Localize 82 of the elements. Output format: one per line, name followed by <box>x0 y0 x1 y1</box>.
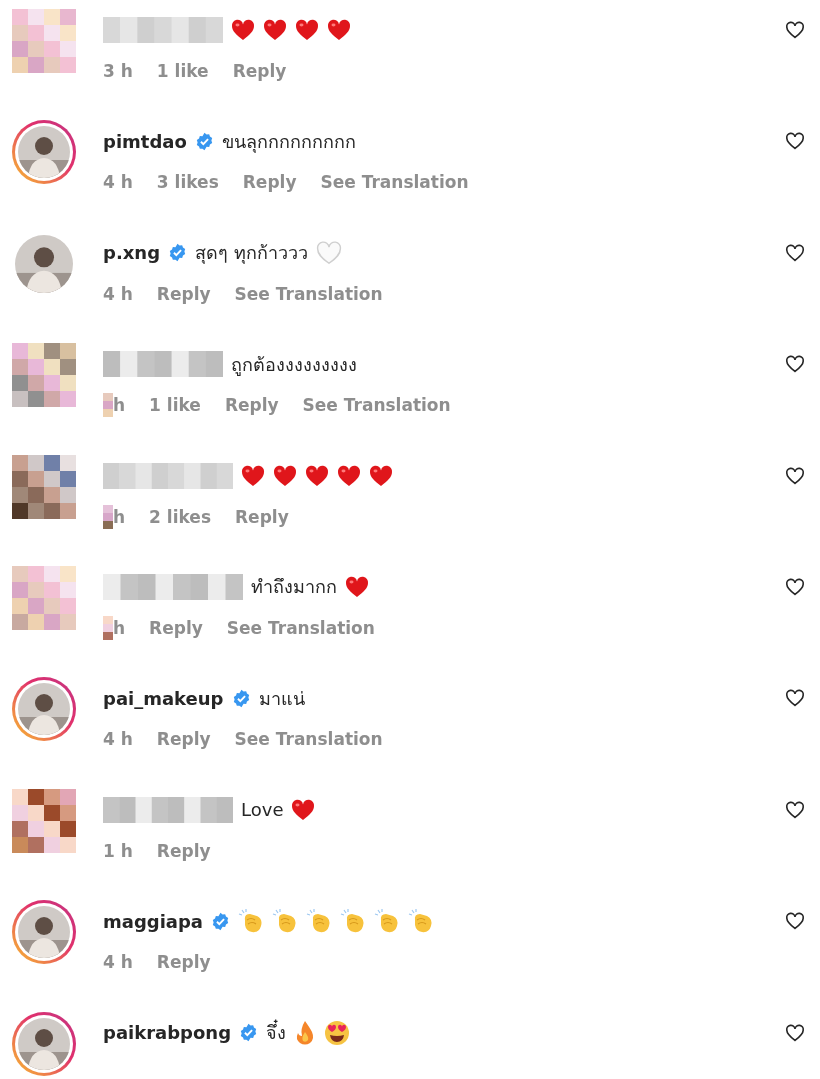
heart-emoji-icon <box>231 19 255 41</box>
heart-emoji-icon <box>327 19 351 41</box>
reply-link[interactable]: Reply <box>156 952 211 973</box>
likes-count-link[interactable]: 1 like <box>156 61 209 81</box>
like-heart-icon <box>785 21 805 39</box>
like-button[interactable] <box>785 689 805 708</box>
like-heart-icon <box>785 243 805 262</box>
username[interactable]: pimtdao <box>103 130 187 152</box>
heart-emoji-icon <box>305 464 329 487</box>
blurred-avatar <box>12 343 76 408</box>
comment-time: h <box>113 395 126 416</box>
reply-link[interactable]: Reply <box>224 395 279 416</box>
like-heart-icon <box>785 577 805 596</box>
username[interactable]: pai_makeup <box>103 687 224 709</box>
comment-text: ถูกต้องงงงงงงงง <box>231 352 357 378</box>
comment-time: 4 h <box>103 283 133 304</box>
likes-count-link[interactable]: 1 like <box>149 395 201 416</box>
reply-link[interactable]: Reply <box>232 61 287 81</box>
like-button[interactable] <box>785 800 805 819</box>
username[interactable]: paikrabpong <box>103 1022 232 1043</box>
like-button[interactable] <box>785 355 805 374</box>
comment-time: 4 h <box>103 952 133 973</box>
see-translation-link[interactable]: See Translation <box>320 172 469 193</box>
comment-text: ทำถึงมากก <box>251 575 337 600</box>
like-button[interactable] <box>785 1023 805 1042</box>
comment-time: h <box>113 506 126 527</box>
comment-time: 4 h <box>103 172 133 193</box>
like-heart-icon <box>785 800 805 819</box>
likes-count-link[interactable]: 2 likes <box>149 506 211 527</box>
heart-emoji-icon <box>315 240 342 265</box>
heart-emoji-icon <box>295 19 319 41</box>
verified-badge-icon <box>194 131 214 151</box>
comment-time: h <box>113 617 126 638</box>
verified-badge-icon <box>168 243 188 263</box>
username[interactable]: maggiapa <box>103 910 204 932</box>
verified-badge-icon <box>231 688 251 708</box>
like-button[interactable] <box>785 577 805 596</box>
reply-link[interactable]: Reply <box>235 506 289 527</box>
username[interactable]: p.xng <box>103 242 161 264</box>
comment-time: 4 h <box>103 729 133 750</box>
verified-badge-icon <box>239 1023 259 1042</box>
like-button[interactable] <box>785 466 805 485</box>
heart-emoji-icon <box>291 798 316 821</box>
like-heart-icon <box>785 689 805 708</box>
like-button[interactable] <box>785 243 805 262</box>
heart-emoji-icon <box>273 464 297 487</box>
like-heart-icon <box>785 1023 805 1042</box>
like-heart-icon <box>785 132 805 151</box>
verified-badge-icon <box>211 911 231 931</box>
heart-emoji-icon <box>345 575 369 598</box>
comment-text: จึ๋ง <box>266 1018 287 1047</box>
heart-eyes-emoji-icon <box>324 1019 351 1046</box>
heart-emoji-icon <box>241 464 265 487</box>
comment-time: 3 h <box>103 61 133 81</box>
reply-link[interactable]: Reply <box>242 172 297 193</box>
see-translation-link[interactable]: See Translation <box>302 395 451 416</box>
comment-time: 1 h <box>103 840 133 861</box>
blurred-avatar <box>12 788 76 853</box>
like-button[interactable] <box>785 912 805 931</box>
reply-link[interactable]: Reply <box>149 617 203 638</box>
see-translation-link[interactable]: See Translation <box>226 617 375 638</box>
see-translation-link[interactable]: See Translation <box>234 729 383 750</box>
like-heart-icon <box>785 466 805 485</box>
comment-text: Love <box>241 799 284 821</box>
reply-link[interactable]: Reply <box>156 729 211 750</box>
likes-count-link[interactable]: 3 likes <box>156 172 219 193</box>
like-button[interactable] <box>785 21 805 39</box>
comment-text: สุดๆ ทุกก้าววว <box>195 241 308 266</box>
like-button[interactable] <box>785 132 805 151</box>
blurred-avatar <box>12 565 76 630</box>
comment-text: ขนลุกกกกกกกกก <box>221 129 356 155</box>
blurred-avatar <box>12 9 76 73</box>
heart-emoji-icon <box>337 464 361 487</box>
like-heart-icon <box>785 912 805 931</box>
blurred-avatar <box>12 454 76 519</box>
heart-emoji-icon <box>263 19 287 41</box>
like-heart-icon <box>785 355 805 374</box>
heart-emoji-icon <box>369 464 393 487</box>
reply-link[interactable]: Reply <box>156 283 211 304</box>
see-translation-link[interactable]: See Translation <box>234 283 383 304</box>
comment-text: มาแน่ <box>258 686 305 711</box>
reply-link[interactable]: Reply <box>156 840 211 861</box>
